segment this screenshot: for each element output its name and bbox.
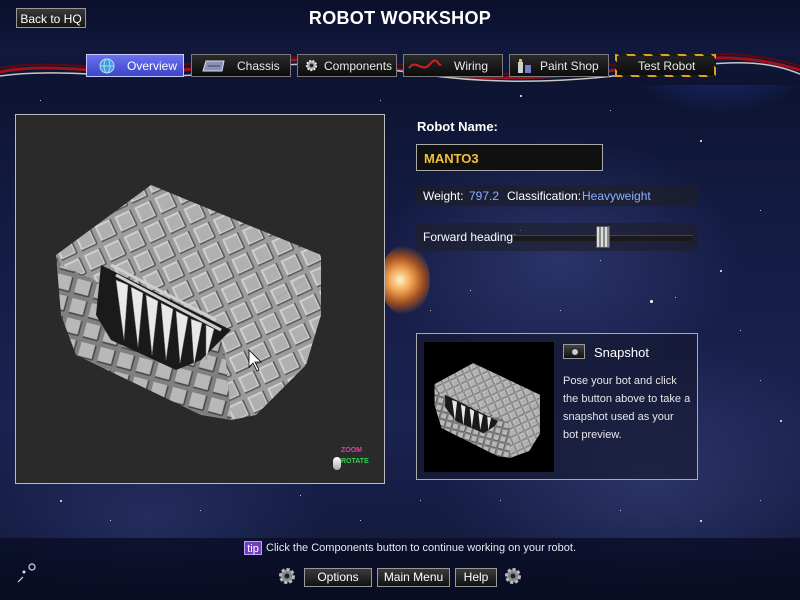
star xyxy=(300,495,301,496)
tip-text: Click the Components button to continue … xyxy=(266,542,577,554)
star xyxy=(430,310,431,311)
star xyxy=(600,260,601,261)
camera-icon[interactable] xyxy=(563,344,585,359)
star xyxy=(380,100,381,101)
options-button[interactable]: Options xyxy=(304,568,372,587)
tab-wiring-label: Wiring xyxy=(454,59,489,73)
star xyxy=(360,520,361,521)
star xyxy=(760,380,761,381)
star xyxy=(720,270,722,272)
chassis-icon xyxy=(202,60,225,72)
tab-test-robot[interactable]: Test Robot xyxy=(615,54,716,77)
tab-chassis-label: Chassis xyxy=(237,59,280,73)
help-button[interactable]: Help xyxy=(455,568,497,587)
tab-overview[interactable]: Overview xyxy=(86,54,184,77)
tab-wiring[interactable]: Wiring xyxy=(403,54,503,77)
star xyxy=(700,520,702,522)
robot-name-label: Robot Name: xyxy=(417,119,498,134)
star xyxy=(650,300,653,303)
weight-value: 797.2 xyxy=(469,189,500,203)
star xyxy=(675,297,676,298)
heading-label: Forward heading: xyxy=(423,230,517,244)
star xyxy=(740,330,741,331)
star xyxy=(420,500,421,501)
snapshot-preview xyxy=(424,342,554,472)
mouse-icon xyxy=(333,457,341,470)
star xyxy=(560,310,561,311)
tab-test-robot-label: Test Robot xyxy=(638,59,696,73)
star xyxy=(610,110,611,111)
gear-right-icon xyxy=(505,568,521,584)
star xyxy=(200,510,201,511)
weight-label: Weight: xyxy=(423,189,464,203)
star xyxy=(700,140,702,142)
workshop-tabs: Overview Chassis Components Wiring Paint… xyxy=(0,54,800,78)
star xyxy=(760,500,761,501)
star xyxy=(40,100,41,101)
snapshot-panel: Snapshot Pose your bot and click the but… xyxy=(416,333,698,480)
page-title: ROBOT WORKSHOP xyxy=(308,8,492,28)
planet-icon xyxy=(17,563,36,583)
gear-left-icon xyxy=(279,568,295,584)
globe-icon xyxy=(99,58,115,74)
snapshot-description: Pose your bot and click the button above… xyxy=(563,375,691,441)
star xyxy=(620,510,621,511)
snapshot-title: Snapshot xyxy=(594,345,649,360)
stats-row: Weight: 797.2 Classification: Heavyweigh… xyxy=(416,185,698,206)
snapshot-robot-image xyxy=(434,363,540,458)
heading-row: Forward heading: xyxy=(416,223,698,251)
tab-components[interactable]: Components xyxy=(297,54,397,77)
classification-label: Classification: xyxy=(507,189,582,203)
star xyxy=(780,420,782,422)
tip-badge: tip xyxy=(244,541,262,555)
paint-icon xyxy=(518,59,531,73)
tab-paint-shop[interactable]: Paint Shop xyxy=(509,54,609,77)
star xyxy=(500,500,501,501)
nebula-decoration xyxy=(380,245,430,315)
star xyxy=(60,500,62,502)
rotate-hint: ROTATE xyxy=(341,458,369,465)
main-menu-button[interactable]: Main Menu xyxy=(377,568,450,587)
gear-icon xyxy=(305,59,318,72)
tab-components-label: Components xyxy=(324,59,393,73)
robot-3d-viewport[interactable] xyxy=(15,114,385,484)
star xyxy=(760,210,761,211)
tab-overview-label: Overview xyxy=(127,59,178,73)
star xyxy=(470,290,471,291)
heading-slider-thumb[interactable] xyxy=(596,226,610,248)
robot-name-input[interactable]: MANTO3 xyxy=(416,144,603,171)
tab-paint-shop-label: Paint Shop xyxy=(540,59,599,73)
wire-icon xyxy=(408,59,442,69)
tab-chassis[interactable]: Chassis xyxy=(191,54,291,77)
classification-value: Heavyweight xyxy=(582,189,651,203)
zoom-hint: ZOOM xyxy=(341,447,362,454)
robot-model xyxy=(56,185,321,420)
star xyxy=(520,95,522,97)
star xyxy=(110,520,111,521)
